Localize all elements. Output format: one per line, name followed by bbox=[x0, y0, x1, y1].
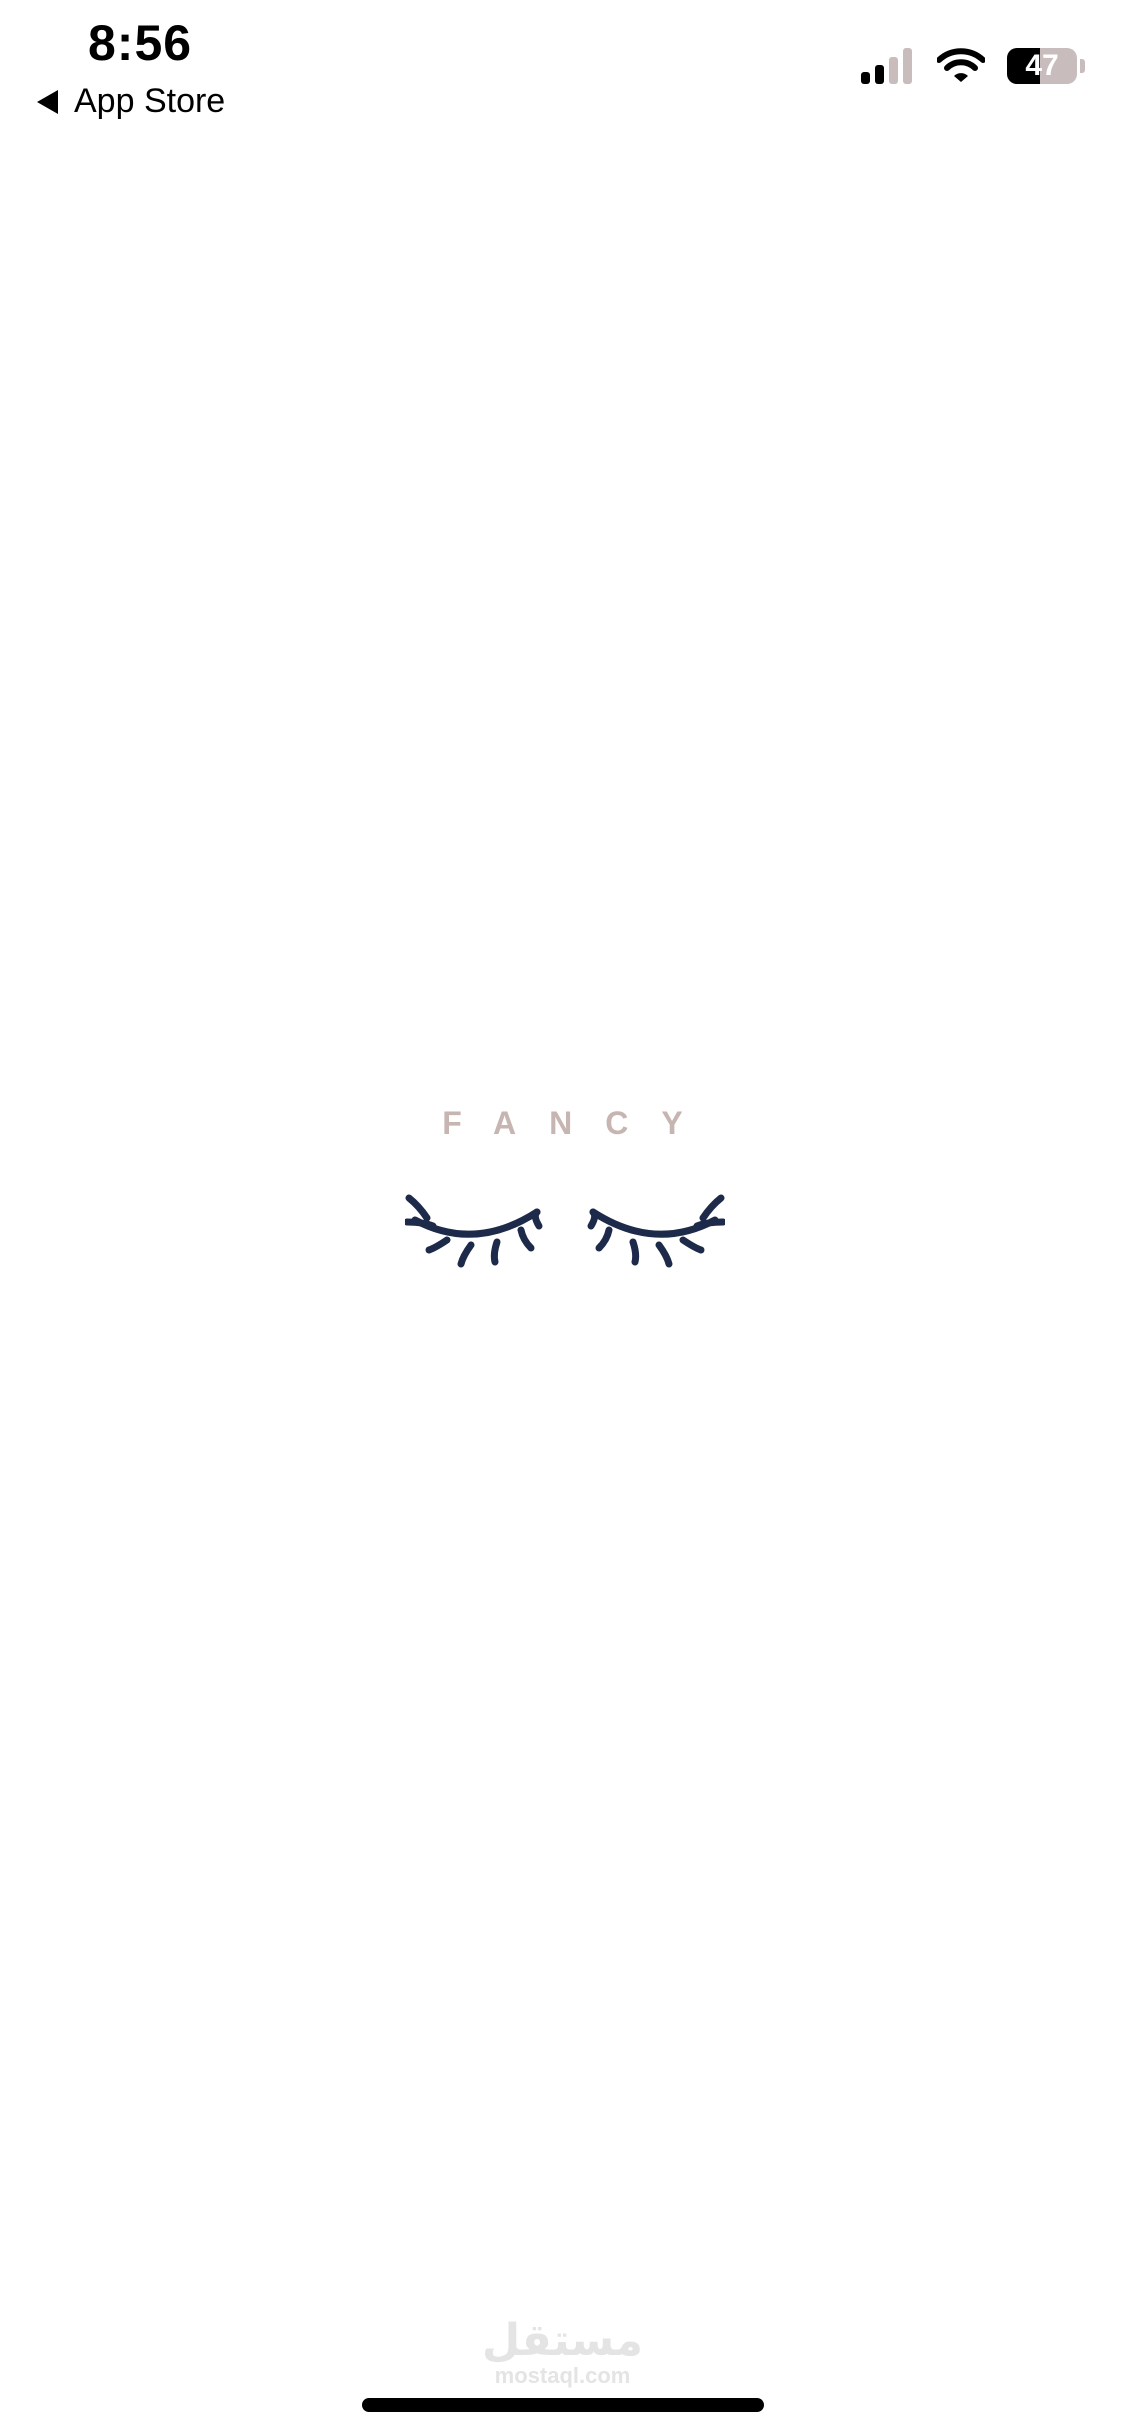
back-to-app-store-button[interactable]: App Store bbox=[36, 82, 225, 121]
brand-logo: FANCY bbox=[0, 1105, 1125, 1142]
battery-icon: 47 bbox=[1007, 48, 1077, 84]
brand-name: FANCY bbox=[442, 1105, 716, 1141]
battery-level: 47 bbox=[1025, 49, 1059, 82]
watermark: مستقل mostaql.com bbox=[0, 2318, 1125, 2388]
back-triangle-icon bbox=[37, 89, 58, 114]
status-icons: 47 bbox=[861, 48, 1085, 84]
watermark-domain: mostaql.com bbox=[494, 2363, 631, 2388]
battery-cap bbox=[1080, 59, 1085, 73]
cellular-signal-icon bbox=[861, 48, 912, 84]
home-indicator[interactable] bbox=[362, 2398, 764, 2412]
status-bar: 8:56 App Store 47 bbox=[0, 0, 1125, 140]
status-time: 8:56 bbox=[88, 15, 193, 71]
back-label: App Store bbox=[74, 82, 226, 120]
closed-eyes-lashes-icon bbox=[405, 1194, 725, 1268]
wifi-icon bbox=[937, 48, 985, 82]
watermark-arabic: مستقل bbox=[482, 2315, 643, 2366]
